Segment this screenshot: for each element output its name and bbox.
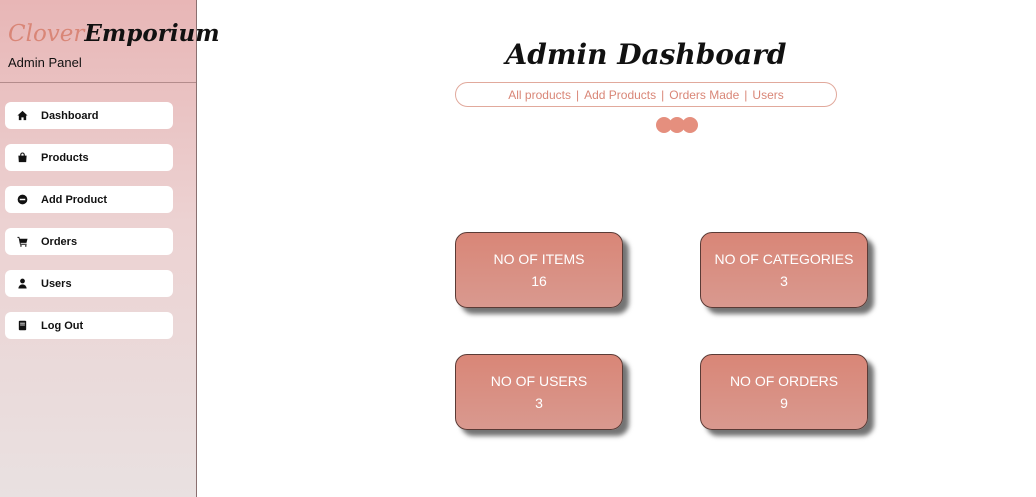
stat-value: 16 [531,273,547,289]
sidebar-item-add-product[interactable]: Add Product [5,186,173,213]
sidebar-item-products[interactable]: Products [5,144,173,171]
stat-label: NO OF ORDERS [729,373,839,389]
cart-icon [16,236,28,248]
panel-label: Admin Panel [8,55,82,70]
brand-logo[interactable]: CloverEmporium [8,20,220,47]
shopping-bag-icon [16,152,28,164]
sidebar: CloverEmporium Admin Panel Dashboard Pro… [0,0,220,497]
link-orders-made[interactable]: Orders Made [669,88,739,102]
sidebar-item-log-out[interactable]: Log Out [5,312,173,339]
sidebar-item-label: Orders [41,235,78,248]
sidebar-item-label: Add Product [41,193,107,206]
stat-label: NO OF CATEGORIES [714,251,854,267]
stat-card-orders: NO OF ORDERS 9 [700,354,868,430]
dot [682,117,698,133]
link-users[interactable]: Users [752,88,783,102]
stat-value: 3 [780,273,788,289]
user-icon [16,278,28,290]
logout-icon [16,320,28,332]
stat-value: 3 [535,395,543,411]
stat-card-items: NO OF ITEMS 16 [455,232,623,308]
stat-card-users: NO OF USERS 3 [455,354,623,430]
stat-card-categories: NO OF CATEGORIES 3 [700,232,868,308]
home-icon [16,110,28,122]
link-separator: | [744,87,748,102]
stat-label: NO OF ITEMS [493,251,585,267]
page-title: Admin Dashboard [505,38,787,71]
sidebar-item-label: Log Out [41,319,84,332]
link-all-products[interactable]: All products [508,88,571,102]
brand-name-first: Clover [8,21,85,47]
quick-links-bar: All products | Add Products | Orders Mad… [455,82,837,107]
stat-label: NO OF USERS [490,373,588,389]
sidebar-item-label: Products [41,151,89,164]
sidebar-item-orders[interactable]: Orders [5,228,173,255]
link-add-products[interactable]: Add Products [584,88,656,102]
stat-value: 9 [780,395,788,411]
link-separator: | [575,87,580,102]
sidebar-item-users[interactable]: Users [5,270,173,297]
link-separator: | [661,87,665,102]
sidebar-divider [0,82,196,83]
sidebar-item-dashboard[interactable]: Dashboard [5,102,173,129]
minus-circle-icon [16,194,28,206]
decorative-dots [656,117,698,133]
sidebar-item-label: Users [41,277,72,290]
brand-name-second: Emporium [84,20,220,47]
sidebar-item-label: Dashboard [41,109,99,122]
